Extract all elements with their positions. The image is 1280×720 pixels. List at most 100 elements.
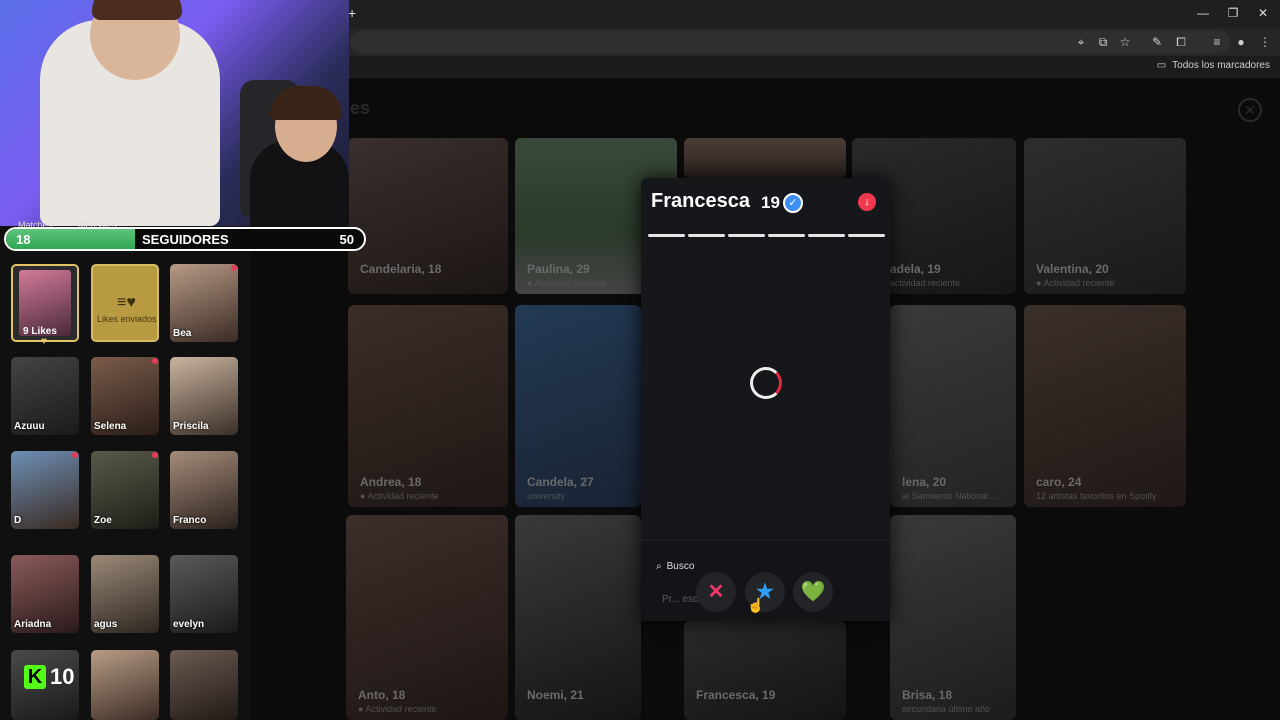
menu-icon[interactable]: ⋮ <box>1256 34 1274 50</box>
like-button[interactable]: 💚 <box>793 572 833 612</box>
card-name: adela, 19 <box>890 262 941 276</box>
bookmark-star-icon[interactable]: ☆ <box>1116 34 1134 50</box>
profile-card[interactable]: Candela, 27 university <box>515 305 641 507</box>
followers-goal: 50 <box>339 232 354 247</box>
profile-card[interactable]: lena, 20 al Sarmiento National ... <box>890 305 1016 507</box>
kick-logo-icon: K <box>24 665 46 689</box>
unread-dot <box>72 452 78 458</box>
photo-progress-segment[interactable] <box>648 234 685 237</box>
profile-card[interactable]: Andrea, 18 ● Actividad reciente <box>348 305 508 507</box>
photo-progress-segment[interactable] <box>688 234 725 237</box>
match-tile[interactable]: Ariadna <box>11 555 79 633</box>
match-tile[interactable]: agus <box>91 555 159 633</box>
card-subtitle: al Sarmiento National ... <box>902 491 999 501</box>
extensions-icon[interactable]: ⧠ <box>1172 34 1190 50</box>
likes-count: 9 Likes <box>23 326 57 337</box>
page-title: es <box>350 98 371 118</box>
match-tile[interactable]: Priscila <box>170 357 238 435</box>
followers-label: SEGUIDORES <box>142 232 229 247</box>
match-tile[interactable] <box>170 650 238 720</box>
all-bookmarks-button[interactable]: ▭ Todos los marcadores <box>1157 60 1270 71</box>
profile-card[interactable]: Francesca, 19 <box>684 621 846 720</box>
profile-card[interactable]: Valentina, 20 ● Actividad reciente <box>1024 138 1186 294</box>
match-name: Franco <box>173 515 207 526</box>
card-name: caro, 24 <box>1036 475 1082 489</box>
kick-viewer-count: 10 <box>50 664 75 689</box>
close-icon[interactable]: ✕ <box>1238 98 1262 122</box>
match-tile[interactable]: Zoe <box>91 451 159 529</box>
media-icon[interactable]: ≡ <box>1208 34 1226 50</box>
card-subtitle: university <box>527 491 566 501</box>
heart-lines-icon: ≡♥ <box>117 294 136 311</box>
unread-dot <box>231 265 237 271</box>
card-name: Paulina, 29 <box>527 262 590 276</box>
person-hair-shape <box>270 86 342 120</box>
photo-progress-segment[interactable] <box>768 234 805 237</box>
match-name: Bea <box>173 328 192 339</box>
match-name: evelyn <box>173 619 205 630</box>
likes-sent-label: Likes enviados <box>97 314 157 324</box>
profile-card[interactable]: Noemi, 21 <box>515 515 641 720</box>
minimize-button[interactable]: — <box>1192 4 1214 22</box>
match-tile[interactable]: D <box>11 451 79 529</box>
search-icon: ⌕ <box>656 561 662 572</box>
match-tile[interactable]: evelyn <box>170 555 238 633</box>
profile-card[interactable]: Candelaria, 18 <box>348 138 508 294</box>
card-name: Francesca, 19 <box>696 688 776 702</box>
match-tile[interactable]: Bea <box>170 264 238 342</box>
likes-received-tile[interactable]: 9 Likes ♥ <box>11 264 79 347</box>
match-name: Azuuu <box>14 421 45 432</box>
followers-goal-bar: 18 SEGUIDORES 50 <box>4 227 366 251</box>
card-subtitle: ● Actividad reciente <box>1036 278 1115 288</box>
install-app-icon[interactable]: ⧉ <box>1094 34 1112 50</box>
photo-progress-segment[interactable] <box>848 234 885 237</box>
match-tile[interactable]: Franco <box>170 451 238 529</box>
kick-viewers: K 10 <box>24 664 74 690</box>
close-window-button[interactable]: ✕ <box>1252 4 1274 22</box>
card-name: Andrea, 18 <box>360 475 422 489</box>
match-name: Ariadna <box>14 619 52 630</box>
pen-icon[interactable]: ✎ <box>1148 34 1166 50</box>
photo-progress-segment[interactable] <box>728 234 765 237</box>
webcam-feed <box>0 0 349 226</box>
profile-photo <box>684 138 846 178</box>
photo-progress-segment[interactable] <box>808 234 845 237</box>
card-name: Noemi, 21 <box>527 688 584 702</box>
maximize-button[interactable]: ❐ <box>1222 4 1244 22</box>
match-tile[interactable]: Azuuu <box>11 357 79 435</box>
card-name: lena, 20 <box>902 475 947 489</box>
nope-button[interactable]: ✕ <box>696 572 736 612</box>
match-tile[interactable] <box>91 650 159 720</box>
card-name: Candela, 27 <box>527 475 594 489</box>
card-subtitle: secundaria último año <box>902 704 991 714</box>
modal-profile-age: 19 <box>761 193 780 212</box>
new-tab-button[interactable]: + <box>348 5 356 21</box>
person-hair-shape <box>92 0 182 20</box>
profile-card[interactable]: Brisa, 18 secundaria último año <box>890 515 1016 720</box>
match-name: Selena <box>94 421 127 432</box>
profile-card[interactable] <box>684 138 846 178</box>
looking-for-label: Busco <box>666 561 695 572</box>
location-icon[interactable]: ⌖ <box>1072 34 1090 50</box>
likes-sent-tile[interactable]: ≡♥ Likes enviados <box>91 264 159 342</box>
card-name: Candelaria, 18 <box>360 262 442 276</box>
profile-avatar-icon[interactable]: ● <box>1232 34 1250 50</box>
folder-icon: ▭ <box>1156 60 1167 71</box>
bookmarks-label: Todos los marcadores <box>1172 60 1270 71</box>
card-subtitle: ● Actividad reciente <box>527 278 606 288</box>
match-name: D <box>14 515 22 526</box>
match-tile[interactable]: Selena <box>91 357 159 435</box>
unread-dot <box>152 452 158 458</box>
loading-spinner-icon <box>750 367 782 399</box>
match-photo <box>91 650 159 720</box>
verified-badge-icon: ✓ <box>783 193 803 213</box>
profile-photo <box>684 621 846 720</box>
profile-card[interactable]: Anto, 18 ● Actividad reciente <box>346 515 508 720</box>
match-photo <box>170 650 238 720</box>
collapse-profile-button[interactable]: ↓ <box>858 193 876 211</box>
card-name: Anto, 18 <box>358 688 406 702</box>
looking-for-section: ⌕ Busco <box>656 561 694 572</box>
gold-heart-icon: ♥ <box>41 336 47 347</box>
followers-current: 18 <box>16 232 31 247</box>
profile-card[interactable]: caro, 24 12 artistas favoritos en Spotif… <box>1024 305 1186 507</box>
